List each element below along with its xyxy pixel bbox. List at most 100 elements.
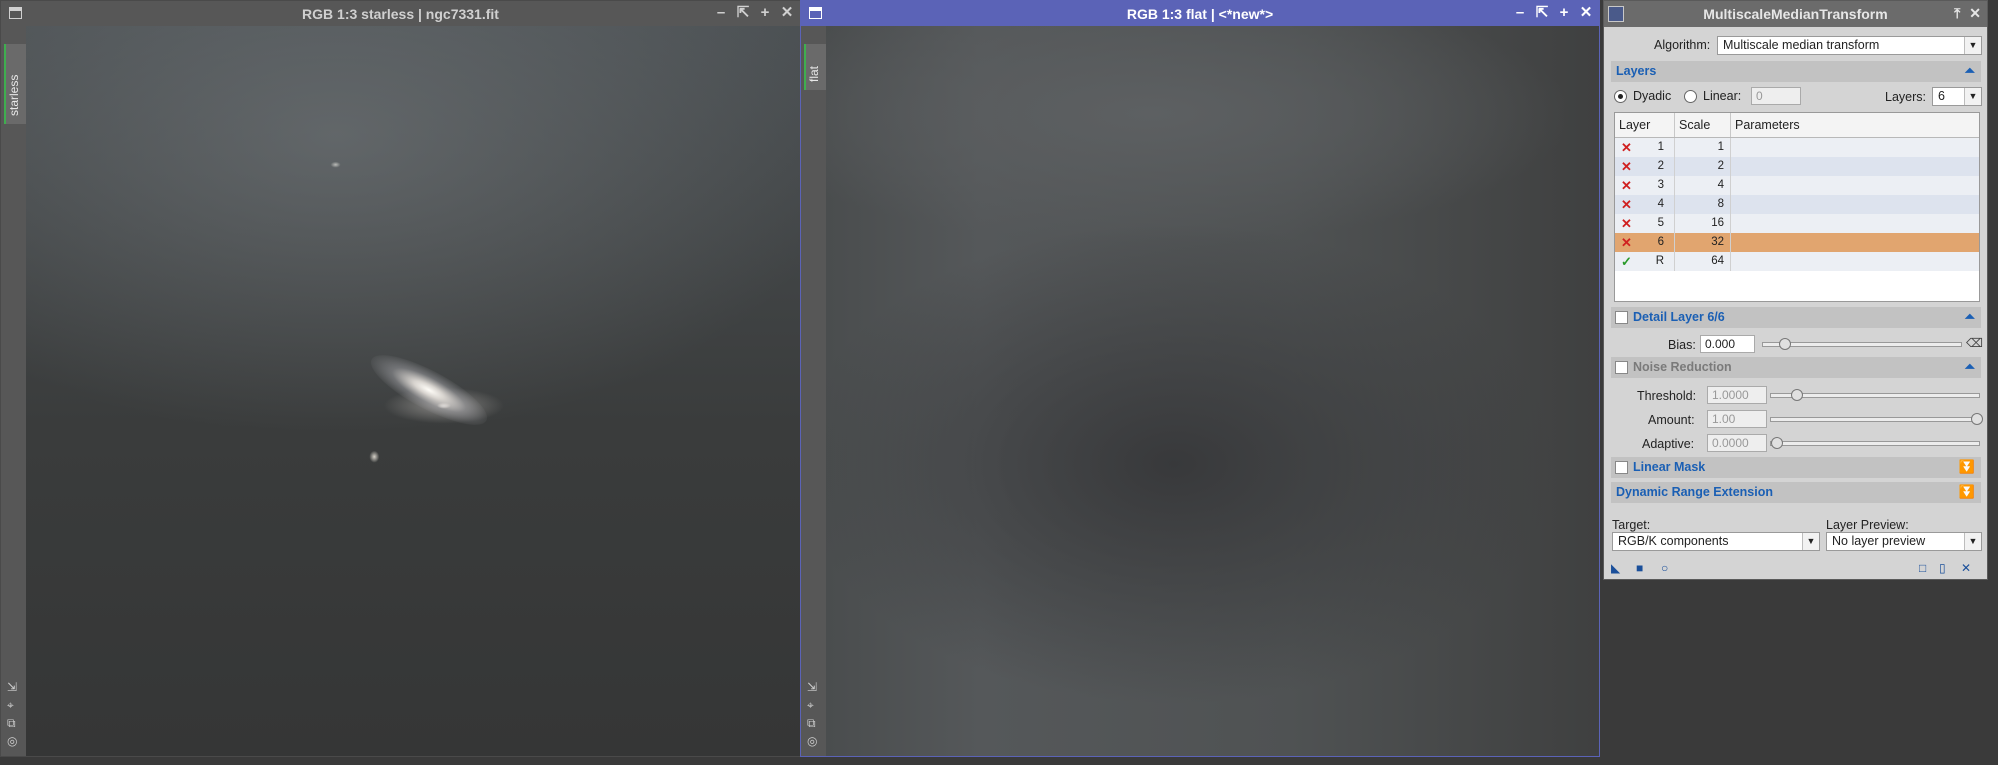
threshold-slider[interactable] [1770, 389, 1980, 401]
linear-increment-field[interactable]: 0 [1751, 87, 1801, 105]
section-title: Noise Reduction [1633, 360, 1732, 374]
apply-icon[interactable]: ■ [1636, 561, 1643, 575]
bias-slider[interactable] [1762, 338, 1962, 350]
layers-count-select[interactable]: 6 ▼ [1932, 87, 1982, 106]
disabled-x-icon[interactable]: ✕ [1621, 157, 1632, 176]
expand-icon[interactable]: ⏬ [1959, 484, 1975, 500]
linear-option[interactable]: Linear: [1684, 89, 1741, 103]
dyadic-option[interactable]: Dyadic [1614, 89, 1671, 103]
window-titlebar[interactable]: RGB 1:3 starless | ngc7331.fit – ⇱ + ✕ [1, 1, 800, 26]
linear-radio[interactable] [1684, 89, 1697, 103]
threshold-field[interactable]: 1.0000 [1707, 386, 1767, 404]
image-canvas[interactable] [26, 26, 800, 756]
column-header-parameters[interactable]: Parameters [1731, 113, 1979, 137]
view-identifier-tab[interactable]: flat [804, 44, 828, 90]
chevron-down-icon: ▼ [1964, 37, 1981, 54]
section-title: Layers [1616, 64, 1657, 78]
shade-icon[interactable]: ⤒ [1954, 5, 1960, 22]
layer-scale: 1 [1675, 138, 1731, 157]
real-time-preview-icon[interactable]: □ [1919, 561, 1926, 575]
view-side-strip: flat ⇲ ⌖ ⧉ ◎ [801, 26, 828, 756]
layer-scale: 8 [1675, 195, 1731, 214]
layer-scale: 32 [1675, 233, 1731, 252]
table-row[interactable]: ✓ R 64 [1615, 252, 1979, 271]
fit-view-icon[interactable]: ⌖ [807, 699, 817, 712]
resize-icon[interactable]: ⇲ [7, 681, 17, 694]
slider-handle[interactable] [1791, 389, 1803, 401]
layer-parameters [1731, 195, 1979, 214]
disabled-x-icon[interactable]: ✕ [1621, 138, 1632, 157]
layers-section-header[interactable]: Layers ⏶ [1611, 61, 1981, 82]
reset-instance-icon[interactable]: ✕ [1961, 561, 1971, 575]
amount-field[interactable]: 1.00 [1707, 410, 1767, 428]
slider-handle[interactable] [1771, 437, 1783, 449]
dre-section-header[interactable]: Dynamic Range Extension ⏬ [1611, 482, 1981, 503]
slider-handle[interactable] [1779, 338, 1791, 350]
close-icon[interactable]: ✕ [1579, 5, 1593, 21]
adaptive-field[interactable]: 0.0000 [1707, 434, 1767, 452]
process-title: MultiscaleMedianTransform [1703, 6, 1888, 22]
process-titlebar[interactable]: MultiscaleMedianTransform ⤒ ✕ [1604, 1, 1987, 27]
table-row[interactable]: ✕ 1 1 [1615, 138, 1979, 157]
table-header: Layer Scale Parameters [1615, 113, 1979, 138]
dyadic-radio[interactable] [1614, 89, 1627, 103]
fit-view-icon[interactable]: ⌖ [7, 699, 17, 712]
process-window[interactable]: MultiscaleMedianTransform ⤒ ✕ Algorithm:… [1603, 0, 1988, 580]
shade-icon[interactable]: ⇱ [1535, 5, 1549, 21]
target-select[interactable]: RGB/K components ▼ [1612, 532, 1820, 551]
window-titlebar[interactable]: RGB 1:3 flat | <*new*> – ⇱ + ✕ [801, 1, 1599, 26]
detail-layer-checkbox[interactable] [1615, 311, 1628, 324]
image-canvas[interactable] [826, 26, 1599, 756]
disabled-x-icon[interactable]: ✕ [1621, 233, 1632, 252]
table-row[interactable]: ✕ 4 8 [1615, 195, 1979, 214]
adaptive-slider[interactable] [1770, 437, 1980, 449]
slider-handle[interactable] [1971, 413, 1983, 425]
close-icon[interactable]: ✕ [780, 5, 794, 21]
minimize-icon[interactable]: – [1513, 5, 1527, 21]
disabled-x-icon[interactable]: ✕ [1621, 195, 1632, 214]
collapse-icon[interactable]: ⏶ [1965, 309, 1975, 325]
column-header-layer[interactable]: Layer [1615, 113, 1675, 137]
amount-slider[interactable] [1770, 413, 1983, 425]
maximize-icon[interactable]: + [1557, 5, 1571, 21]
clone-icon[interactable]: ⧉ [807, 717, 817, 730]
mask-icon[interactable]: ◎ [7, 735, 17, 748]
clone-icon[interactable]: ⧉ [7, 717, 17, 730]
close-icon[interactable]: ✕ [1969, 5, 1981, 22]
table-row[interactable]: ✕ 3 4 [1615, 176, 1979, 195]
disabled-x-icon[interactable]: ✕ [1621, 214, 1632, 233]
target-value: RGB/K components [1618, 534, 1729, 548]
mask-icon[interactable]: ◎ [807, 735, 817, 748]
maximize-icon[interactable]: + [758, 5, 772, 21]
image-window-flat[interactable]: RGB 1:3 flat | <*new*> – ⇱ + ✕ flat ⇲ ⌖ … [800, 0, 1600, 757]
reset-icon[interactable]: ⌫ [1966, 336, 1983, 350]
enabled-check-icon[interactable]: ✓ [1621, 252, 1632, 271]
view-identifier-tab[interactable]: starless [4, 44, 28, 124]
table-row[interactable]: ✕ 5 16 [1615, 214, 1979, 233]
layers-table[interactable]: Layer Scale Parameters ✕ 1 1 ✕ 2 2 ✕ 3 4 ✕ 4… [1614, 112, 1980, 302]
layer-preview-select[interactable]: No layer preview ▼ [1826, 532, 1982, 551]
collapse-icon[interactable]: ⏶ [1965, 359, 1975, 375]
collapse-icon[interactable]: ⏶ [1965, 63, 1975, 79]
documentation-icon[interactable]: ▯ [1939, 561, 1946, 575]
resize-icon[interactable]: ⇲ [807, 681, 817, 694]
apply-global-icon[interactable]: ○ [1661, 561, 1668, 575]
minimize-icon[interactable]: – [714, 5, 728, 21]
noise-reduction-checkbox[interactable] [1615, 361, 1628, 374]
image-window-starless[interactable]: RGB 1:3 starless | ngc7331.fit – ⇱ + ✕ s… [0, 0, 801, 757]
linear-mask-checkbox[interactable] [1615, 461, 1628, 474]
disabled-x-icon[interactable]: ✕ [1621, 176, 1632, 195]
table-row[interactable]: ✕ 2 2 [1615, 157, 1979, 176]
expand-icon[interactable]: ⏬ [1959, 459, 1975, 475]
linear-label: Linear: [1703, 89, 1742, 103]
layer-parameters [1731, 252, 1979, 271]
detail-layer-section-header[interactable]: Detail Layer 6/6 ⏶ [1611, 307, 1981, 328]
table-row-selected[interactable]: ✕ 6 32 [1615, 233, 1979, 252]
column-header-scale[interactable]: Scale [1675, 113, 1731, 137]
linear-mask-section-header[interactable]: Linear Mask ⏬ [1611, 457, 1981, 478]
shade-icon[interactable]: ⇱ [736, 5, 750, 21]
bias-field[interactable]: 0.000 [1700, 335, 1755, 353]
new-instance-icon[interactable]: ◣ [1611, 561, 1620, 575]
noise-reduction-section-header[interactable]: Noise Reduction ⏶ [1611, 357, 1981, 378]
algorithm-select[interactable]: Multiscale median transform ▼ [1717, 36, 1982, 55]
